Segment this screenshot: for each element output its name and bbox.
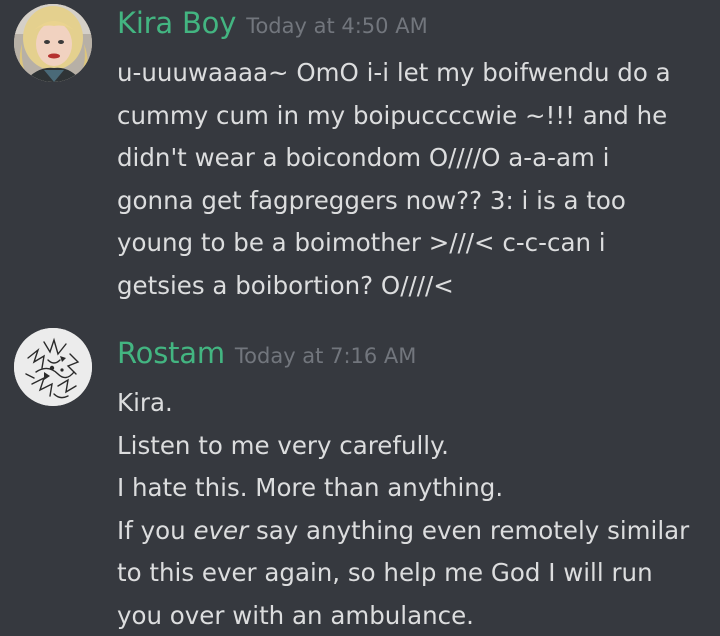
- timestamp: Today at 4:50 AM: [246, 14, 428, 38]
- message-line: getsies a boibortion? O////<: [117, 270, 454, 300]
- message-line: gonna get fagpreggers now?? 3: i is a to…: [117, 185, 626, 215]
- emphasis-text: ever: [193, 515, 249, 545]
- message-line: Listen to me very carefully.: [117, 430, 449, 460]
- message-line: cummy cum in my boipuccccwie ~!!! and he: [117, 100, 668, 130]
- user-avatar-icon: [14, 328, 92, 406]
- timestamp: Today at 7:16 AM: [234, 344, 417, 368]
- message-line: u-uuuwaaaa~ OmO i-i let my boifwendu do …: [117, 58, 671, 87]
- username[interactable]: Rostam: [117, 336, 225, 370]
- message-content: u-uuuwaaaa~ OmO i-i let my boifwendu do …: [117, 52, 712, 307]
- avatar[interactable]: [14, 328, 92, 406]
- message-line: to this ever again, so help me God I wil…: [117, 558, 653, 587]
- message-line: Kira.: [117, 388, 173, 417]
- message-line: I hate this. More than anything.: [117, 473, 504, 502]
- message-line: young to be a boimother >///< c-c-can i: [117, 228, 606, 257]
- message-text: say anything even remotely similar: [248, 515, 690, 545]
- message-line: you over with an ambulance.: [117, 600, 474, 630]
- username[interactable]: Kira Boy: [117, 6, 236, 40]
- message-content: Kira. Listen to me very carefully. I hat…: [117, 382, 712, 636]
- chat-messages: Kira Boy Today at 4:50 AM u-uuuwaaaa~ OmO…: [0, 0, 720, 636]
- message-header: Kira Boy Today at 4:50 AM: [117, 6, 428, 40]
- message-line: didn't wear a boicondom O////O a-a-am i: [117, 143, 610, 172]
- avatar[interactable]: [14, 4, 92, 82]
- message-text: If you: [117, 515, 194, 545]
- user-avatar-icon: [14, 4, 92, 82]
- message-line: If you ever say anything even remotely s…: [117, 510, 712, 553]
- message-header: Rostam Today at 7:16 AM: [117, 336, 416, 370]
